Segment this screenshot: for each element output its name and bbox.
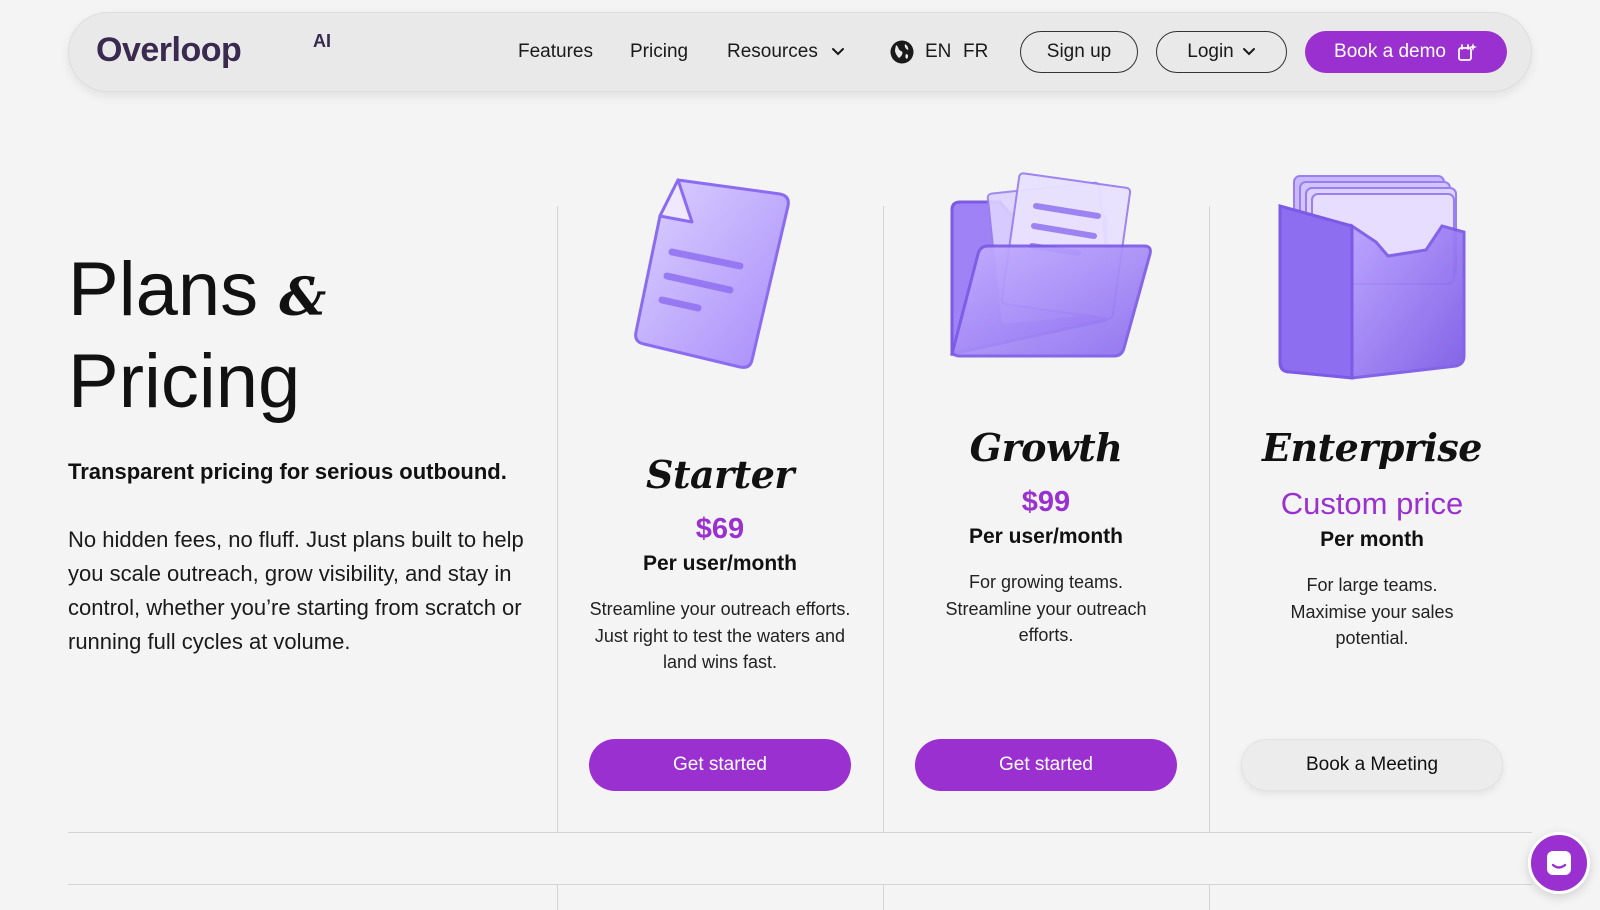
plan-description: Streamline your outreach efforts. Just r… bbox=[589, 599, 851, 672]
plan-period: Per user/month bbox=[968, 525, 1124, 548]
row-divider bbox=[68, 832, 1532, 833]
nav-link-resources[interactable]: Resources bbox=[727, 41, 845, 63]
plan-price: Custom price bbox=[1280, 486, 1464, 521]
login-button[interactable]: Login bbox=[1156, 31, 1287, 73]
logo-ai-badge: AI bbox=[313, 31, 331, 51]
title-pricing: Pricing bbox=[68, 339, 301, 424]
chevron-down-icon bbox=[1242, 48, 1255, 56]
globe-icon[interactable] bbox=[889, 39, 915, 65]
hero-description: No hidden fees, no fluff. Just plans bui… bbox=[68, 527, 524, 654]
title-ampersand: & bbox=[279, 267, 327, 328]
file-box-icon bbox=[1278, 175, 1466, 380]
book-demo-button[interactable]: Book a demo bbox=[1305, 31, 1507, 73]
hero-lead: Transparent pricing for serious outbound… bbox=[68, 459, 507, 484]
nav-link-features[interactable]: Features bbox=[518, 41, 593, 63]
plan-starter: Starter $69 Per user/month Streamline yo… bbox=[557, 452, 883, 676]
document-icon bbox=[634, 178, 790, 369]
plan-price: $99 bbox=[1021, 486, 1071, 518]
chevron-down-icon bbox=[832, 47, 845, 56]
chat-icon bbox=[1547, 851, 1571, 875]
plan-price: $69 bbox=[695, 513, 745, 545]
title-plans: Plans bbox=[68, 247, 259, 332]
folder-icon bbox=[950, 172, 1152, 358]
calendar-sparkle-icon bbox=[1458, 43, 1477, 61]
plan-description: For growing teams. Streamline your outre… bbox=[945, 572, 1147, 645]
nav-link-pricing[interactable]: Pricing bbox=[630, 41, 688, 63]
column-divider bbox=[557, 885, 558, 910]
plan-growth: Growth $99 Per user/month For growing te… bbox=[883, 425, 1209, 649]
language-en[interactable]: EN bbox=[925, 41, 951, 63]
book-meeting-button[interactable]: Book a Meeting bbox=[1241, 739, 1503, 791]
plan-name: Starter bbox=[646, 452, 794, 497]
language-fr[interactable]: FR bbox=[963, 41, 988, 63]
column-divider bbox=[883, 885, 884, 910]
login-button-label: Login bbox=[1187, 41, 1234, 62]
starter-get-started-button[interactable]: Get started bbox=[589, 739, 851, 791]
logo[interactable]: Overloop bbox=[96, 31, 242, 70]
plan-name: Growth bbox=[969, 425, 1123, 470]
plan-description: For large teams. Maximise your sales pot… bbox=[1290, 575, 1454, 648]
top-navigation: Overloop AI Features Pricing Resources E… bbox=[68, 12, 1532, 92]
page-title: Plans & Pricing bbox=[68, 248, 326, 424]
plan-period: Per month bbox=[1320, 528, 1424, 551]
signup-button[interactable]: Sign up bbox=[1020, 31, 1138, 73]
growth-get-started-button[interactable]: Get started bbox=[915, 739, 1177, 791]
chat-launcher-button[interactable] bbox=[1528, 832, 1590, 894]
nav-link-resources-label: Resources bbox=[727, 41, 818, 62]
column-divider bbox=[1209, 885, 1210, 910]
row-divider bbox=[68, 884, 1532, 885]
book-demo-label: Book a demo bbox=[1334, 41, 1446, 62]
plan-name: Enterprise bbox=[1262, 425, 1482, 470]
plan-enterprise: Enterprise Custom price Per month For la… bbox=[1209, 425, 1535, 652]
plan-period: Per user/month bbox=[642, 552, 798, 575]
